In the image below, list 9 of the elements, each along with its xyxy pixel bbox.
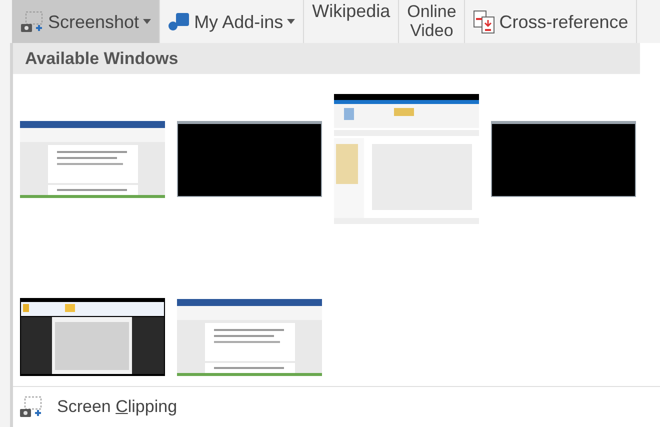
ribbon-button[interactable]: Screenshot: [12, 0, 160, 43]
button-label: Online: [407, 2, 456, 22]
section-title: Available Windows: [25, 48, 178, 68]
cross-reference-icon: [473, 10, 496, 34]
button-label: Video: [410, 22, 454, 40]
add-ins-icon: [168, 12, 190, 32]
screen-clipping-item[interactable]: Screen Clipping: [19, 396, 178, 418]
screenshot-icon: [20, 10, 44, 32]
screenshot-icon: [19, 396, 43, 418]
